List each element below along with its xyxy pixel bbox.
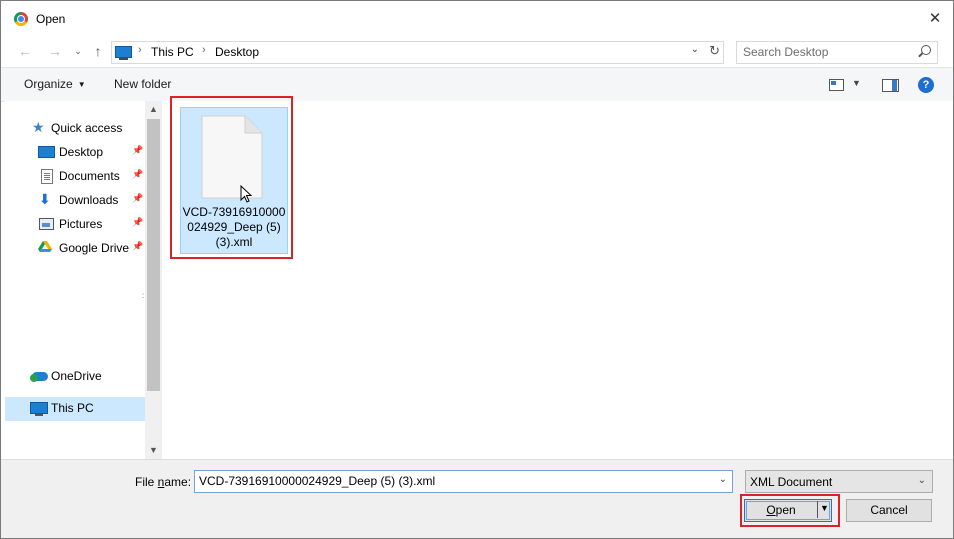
file-type-value: XML Document — [750, 475, 833, 489]
pin-icon: 📌 — [132, 241, 144, 251]
sidebar-item-label: Downloads — [59, 193, 119, 207]
recent-locations-chevron-icon[interactable]: ⌄ — [69, 42, 87, 60]
onedrive-icon — [30, 372, 48, 382]
open-button-label: Open — [745, 503, 817, 517]
sidebar-item-documents[interactable]: Documents 📌 — [5, 165, 145, 189]
scroll-up-arrow-icon[interactable]: ▲ — [145, 101, 162, 118]
file-name: VCD-73916910000024929_Deep (5) (3).xml — [182, 205, 286, 249]
sidebar-item-desktop[interactable]: Desktop 📌 — [5, 141, 145, 165]
google-drive-icon — [38, 241, 52, 252]
sidebar-item-quick-access[interactable]: ★ Quick access — [5, 117, 145, 141]
file-name-combobox[interactable]: ⌄ — [194, 470, 733, 493]
sidebar-item-label: Desktop — [59, 145, 104, 159]
forward-arrow-icon[interactable]: → — [46, 42, 64, 60]
this-pc-icon — [30, 402, 48, 416]
refresh-icon[interactable]: ↻ — [709, 43, 720, 59]
up-arrow-icon[interactable]: ↑ — [89, 42, 107, 60]
file-name-input[interactable] — [199, 473, 704, 489]
file-selection-panel: File name: ⌄ XML Document ⌄ Open ▼ Cance… — [1, 459, 953, 538]
sidebar-item-label: Quick access — [51, 121, 123, 135]
sidebar-item-label: Google Drive — [59, 241, 130, 255]
chrome-icon — [14, 12, 28, 26]
documents-icon — [41, 169, 53, 184]
sidebar-item-downloads[interactable]: ⬇ Downloads 📌 — [5, 189, 145, 213]
back-arrow-icon[interactable]: ← — [16, 42, 34, 60]
file-type-select[interactable]: XML Document ⌄ — [745, 470, 933, 493]
pane-resize-grip[interactable]: : — [142, 291, 144, 300]
change-view-icon[interactable] — [829, 79, 844, 91]
organize-label: Organize — [24, 77, 73, 91]
open-split-divider — [817, 501, 818, 518]
pin-icon: 📌 — [132, 169, 144, 179]
open-label-accelerator: O — [766, 503, 776, 517]
help-icon[interactable]: ? — [918, 77, 934, 93]
downloads-icon: ⬇ — [39, 191, 51, 207]
sidebar-item-this-pc[interactable]: This PC — [5, 397, 145, 421]
close-button[interactable]: ✕ — [923, 7, 947, 31]
command-bar: Organize ▼ New folder ▼ ? — [1, 67, 953, 102]
open-label-part: pen — [775, 503, 796, 517]
file-name-dropdown-chevron-icon[interactable]: ⌄ — [719, 474, 727, 485]
file-name-label-part: ame: — [164, 475, 192, 489]
breadcrumb-separator: › — [202, 44, 206, 56]
file-type-chevron-icon: ⌄ — [917, 475, 926, 486]
sidebar-item-label: This PC — [51, 401, 94, 415]
open-button[interactable]: Open ▼ — [744, 499, 832, 522]
desktop-icon — [38, 146, 55, 158]
address-dropdown-chevron-icon[interactable]: ⌄ — [691, 44, 699, 55]
search-icon[interactable] — [921, 45, 931, 55]
mouse-cursor-icon — [240, 185, 252, 203]
breadcrumb-this-pc[interactable]: This PC — [151, 45, 194, 59]
file-name-label-part: File — [135, 475, 158, 489]
file-name-label: File name: — [135, 475, 191, 489]
cancel-button[interactable]: Cancel — [846, 499, 932, 522]
address-bar[interactable]: › This PC › Desktop ⌄ ↻ — [111, 41, 724, 64]
new-folder-button[interactable]: New folder — [114, 77, 171, 91]
dialog-title: Open — [36, 12, 66, 26]
sidebar-item-onedrive[interactable]: OneDrive — [5, 365, 145, 389]
sidebar-item-pictures[interactable]: Pictures 📌 — [5, 213, 145, 237]
navigation-bar: ← → ⌄ ↑ › This PC › Desktop ⌄ ↻ — [1, 37, 953, 67]
view-options-dropdown-icon[interactable]: ▼ — [852, 78, 861, 88]
preview-pane-icon[interactable] — [882, 79, 899, 92]
organize-caret-icon: ▼ — [77, 80, 86, 89]
search-box[interactable] — [736, 41, 938, 64]
pin-icon: 📌 — [132, 193, 144, 203]
navigation-pane: ★ Quick access Desktop 📌 Documents 📌 ⬇ D… — [5, 101, 145, 459]
pin-icon: 📌 — [132, 145, 144, 155]
sidebar-scrollbar[interactable]: ▲ ▼ — [145, 101, 162, 459]
search-input[interactable] — [743, 44, 908, 60]
file-list: VCD-73916910000024929_Deep (5) (3).xml — [162, 101, 953, 459]
sidebar-item-label: Documents — [59, 169, 120, 183]
pictures-icon — [39, 218, 54, 230]
title-bar: Open ✕ — [1, 1, 953, 37]
sidebar-item-label: OneDrive — [51, 369, 102, 383]
file-item[interactable]: VCD-73916910000024929_Deep (5) (3).xml — [180, 107, 288, 254]
this-pc-icon — [115, 46, 132, 60]
breadcrumb-desktop[interactable]: Desktop — [215, 45, 259, 59]
sidebar-item-label: Pictures — [59, 217, 103, 231]
scroll-thumb[interactable] — [147, 119, 160, 391]
sidebar-item-google-drive[interactable]: Google Drive 📌 — [5, 237, 145, 261]
organize-button[interactable]: Organize ▼ — [24, 77, 86, 91]
pin-icon: 📌 — [132, 217, 144, 227]
breadcrumb-separator: › — [138, 44, 142, 56]
file-icon — [201, 115, 263, 199]
star-icon: ★ — [32, 119, 45, 135]
open-options-dropdown-icon[interactable]: ▼ — [820, 503, 829, 513]
open-dialog: Open ✕ ← → ⌄ ↑ › This PC › Desktop ⌄ ↻ O… — [0, 0, 954, 539]
scroll-down-arrow-icon[interactable]: ▼ — [145, 442, 162, 459]
